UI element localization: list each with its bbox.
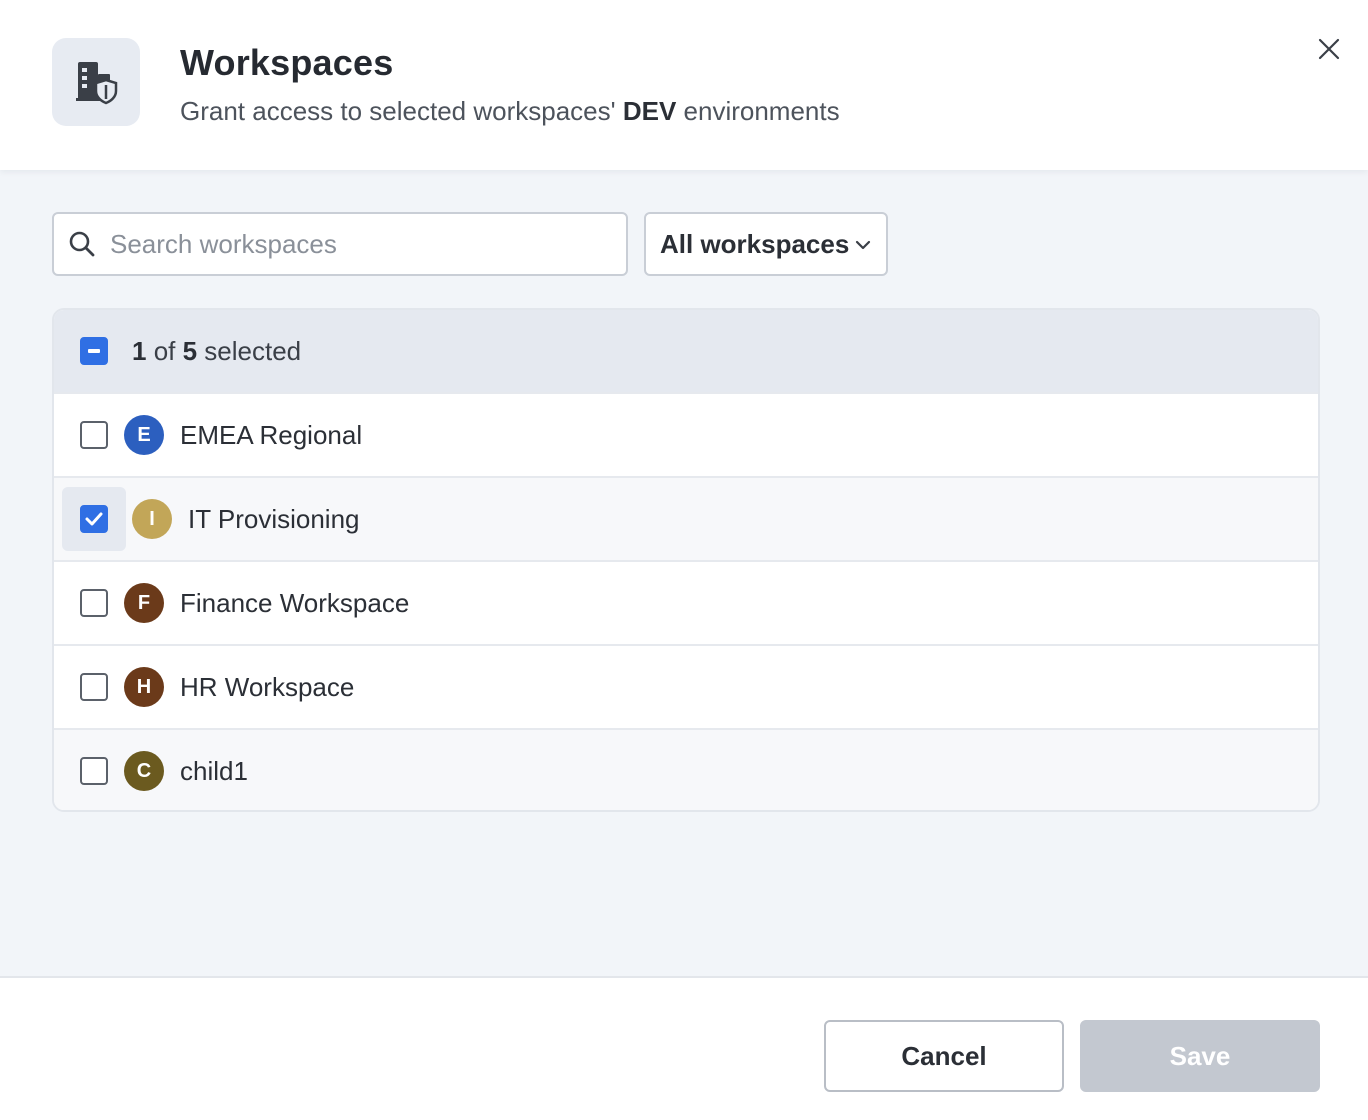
workspace-name: Finance Workspace: [180, 587, 410, 618]
workspace-row-hr-workspace[interactable]: H HR Workspace: [54, 644, 1318, 728]
select-all-checkbox[interactable]: [80, 337, 108, 365]
avatar: I: [132, 499, 172, 539]
dialog-header: Workspaces Grant access to selected work…: [0, 0, 1368, 170]
workspace-name: HR Workspace: [180, 671, 355, 702]
checkmark-icon: [85, 512, 103, 526]
workspace-row-finance-workspace[interactable]: F Finance Workspace: [54, 560, 1318, 644]
workspace-list: 1 of 5 selected E EMEA Regional I IT Pro…: [52, 308, 1320, 812]
workspace-row-child1[interactable]: C child1: [54, 728, 1318, 810]
dialog-footer: Cancel Save: [0, 976, 1368, 1120]
avatar: F: [124, 583, 164, 623]
workspace-name: IT Provisioning: [188, 503, 360, 534]
search-input[interactable]: [110, 228, 590, 260]
selection-count: 1 of 5 selected: [132, 335, 302, 366]
save-button[interactable]: Save: [1080, 1020, 1320, 1092]
workspace-filter-dropdown[interactable]: All workspaces: [644, 212, 888, 276]
avatar: E: [124, 415, 164, 455]
workspace-name: EMEA Regional: [180, 419, 363, 450]
workspace-checkbox[interactable]: [80, 421, 108, 449]
search-icon: [69, 231, 95, 257]
workspace-checkbox[interactable]: [80, 589, 108, 617]
workspace-row-emea-regional[interactable]: E EMEA Regional: [54, 392, 1318, 476]
workspace-checkbox[interactable]: [80, 673, 108, 701]
chevron-down-icon: [855, 240, 871, 250]
workspace-row-it-provisioning[interactable]: I IT Provisioning: [54, 476, 1318, 560]
cancel-button[interactable]: Cancel: [824, 1020, 1064, 1092]
close-button[interactable]: [1312, 32, 1346, 66]
search-box[interactable]: [52, 212, 628, 276]
list-header: 1 of 5 selected: [54, 310, 1318, 392]
workspace-checkbox[interactable]: [80, 757, 108, 785]
dialog-body: All workspaces 1 of 5 selected E EMEA Re…: [0, 170, 1368, 976]
dialog-title: Workspaces: [180, 42, 394, 83]
avatar: H: [124, 667, 164, 707]
workspace-filter-value: All workspaces: [660, 228, 850, 259]
workspace-name: child1: [180, 755, 248, 786]
workspace-checkbox[interactable]: [80, 505, 108, 533]
close-icon: [1318, 38, 1340, 60]
building-shield-icon: [52, 38, 140, 126]
avatar: C: [124, 751, 164, 791]
environment-name: DEV: [622, 96, 677, 126]
dialog-subtitle: Grant access to selected workspaces' DEV…: [180, 96, 840, 126]
checkbox-hover-area[interactable]: [62, 487, 126, 551]
